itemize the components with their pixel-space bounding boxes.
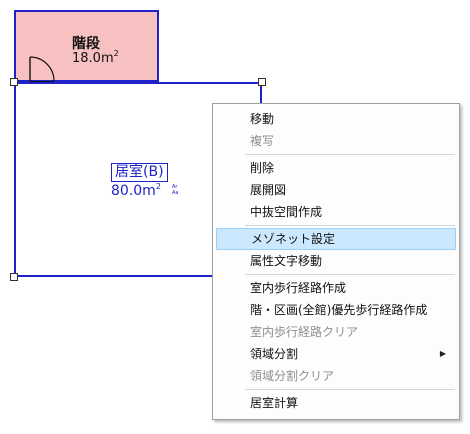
stair-room-area-value: 18.0 bbox=[72, 51, 101, 66]
menu-item-clear-walk-route[interactable]: 室内歩行経路クリア bbox=[216, 321, 456, 343]
living-room-area-value: 80.0 bbox=[111, 183, 143, 199]
drawing-canvas[interactable]: 階段 18.0m2 居室(B) 80.0m2 Ar Aa 移動 複写 削除 展開… bbox=[0, 0, 470, 434]
menu-item-delete[interactable]: 削除 bbox=[216, 157, 456, 179]
living-room-area-unit-sup: 2 bbox=[155, 182, 161, 191]
menu-separator bbox=[245, 225, 455, 226]
menu-separator bbox=[245, 389, 455, 390]
living-room-name: 居室(B) bbox=[111, 163, 168, 182]
selection-handle-bottom-left[interactable] bbox=[10, 273, 18, 281]
living-room-area-marks: Ar Aa bbox=[172, 184, 184, 196]
menu-item-move-attribute-text[interactable]: 属性文字移動 bbox=[216, 250, 456, 272]
stair-room-area: 18.0m2 bbox=[72, 49, 119, 66]
stair-room-area-unit: m bbox=[100, 51, 114, 66]
menu-item-clear-split-region[interactable]: 領域分割クリア bbox=[216, 365, 456, 387]
stair-room-area-unit-sup: 2 bbox=[113, 49, 119, 58]
selection-handle-top-left[interactable] bbox=[10, 78, 18, 86]
menu-item-void-space[interactable]: 中抜空間作成 bbox=[216, 201, 456, 223]
menu-item-maisonette[interactable]: メゾネット設定 bbox=[216, 228, 456, 250]
submenu-arrow-icon: ▶ bbox=[439, 349, 446, 358]
menu-item-create-priority-route[interactable]: 階・区画(全館)優先歩行経路作成 bbox=[216, 299, 456, 321]
menu-item-copy[interactable]: 複写 bbox=[216, 130, 456, 152]
living-room-area-unit: m bbox=[142, 183, 156, 199]
menu-item-split-region[interactable]: 領域分割 ▶ bbox=[216, 343, 456, 365]
menu-item-create-walk-route[interactable]: 室内歩行経路作成 bbox=[216, 277, 456, 299]
area-mark-aa: Aa bbox=[172, 190, 179, 196]
menu-separator bbox=[245, 274, 455, 275]
menu-item-split-region-label: 領域分割 bbox=[250, 347, 299, 361]
living-room-area: 80.0m2 bbox=[111, 182, 161, 199]
menu-item-elevation[interactable]: 展開図 bbox=[216, 179, 456, 201]
menu-item-move[interactable]: 移動 bbox=[216, 108, 456, 130]
context-menu: 移動 複写 削除 展開図 中抜空間作成 メゾネット設定 属性文字移動 室内歩行経… bbox=[212, 103, 460, 420]
selection-handle-top-right[interactable] bbox=[258, 78, 266, 86]
menu-separator bbox=[245, 154, 455, 155]
menu-item-room-calculation[interactable]: 居室計算 bbox=[216, 392, 456, 414]
